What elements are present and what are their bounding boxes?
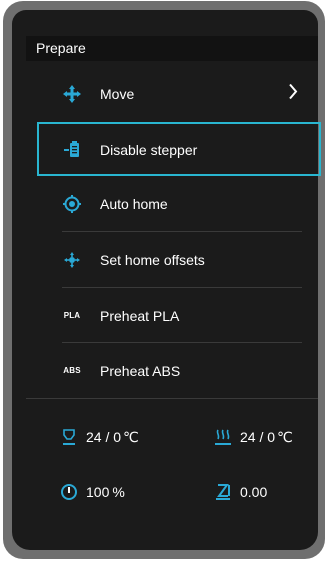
- speed-value: 100: [86, 484, 110, 500]
- menu-item-set-home-offsets[interactable]: Set home offsets: [26, 232, 318, 287]
- bed-heat-icon: [214, 428, 232, 446]
- divider: [26, 398, 318, 399]
- menu-item-label: Preheat ABS: [100, 362, 181, 379]
- move-arrows-icon: [62, 84, 82, 104]
- menu-item-preheat-abs[interactable]: ABS Preheat ABS: [26, 343, 318, 398]
- bed-temp-value: 24 / 0: [240, 429, 276, 445]
- menu-item-auto-home[interactable]: Auto home: [26, 176, 318, 231]
- z-offset: 0.00: [214, 483, 267, 501]
- menu-item-label: Auto home: [100, 195, 168, 212]
- disable-stepper-icon: [62, 140, 82, 160]
- menu-title: Prepare: [36, 40, 86, 56]
- auto-home-icon: [62, 194, 82, 214]
- speed-gauge-icon: [60, 483, 78, 501]
- abs-icon: ABS: [63, 366, 81, 375]
- nozzle-temp-value: 24 / 0: [86, 429, 122, 445]
- menu-title-bar: Prepare: [26, 36, 318, 61]
- menu-item-label: Disable stepper: [100, 141, 198, 158]
- nozzle-temperature: 24 / 0 ℃: [60, 428, 139, 446]
- z-offset-value: 0.00: [240, 484, 268, 500]
- menu-item-disable-stepper[interactable]: Disable stepper: [26, 122, 318, 177]
- nozzle-temp-unit: ℃: [123, 428, 139, 445]
- nozzle-icon: [60, 428, 78, 446]
- menu-item-preheat-pla[interactable]: PLA Preheat PLA: [26, 288, 318, 343]
- print-speed: 100 %: [60, 483, 125, 501]
- speed-unit: %: [112, 484, 125, 500]
- menu-item-label: Move: [100, 85, 135, 102]
- chevron-right-icon: [288, 83, 298, 104]
- set-home-offsets-icon: [62, 250, 82, 270]
- menu-item-label: Set home offsets: [100, 251, 205, 268]
- z-offset-icon: [214, 483, 232, 501]
- menu-item-move[interactable]: Move: [26, 66, 318, 121]
- pla-icon: PLA: [63, 311, 81, 320]
- bed-temp-unit: ℃: [277, 428, 293, 445]
- menu-item-label: Preheat PLA: [100, 307, 180, 324]
- bed-temperature: 24 / 0 ℃: [214, 428, 293, 446]
